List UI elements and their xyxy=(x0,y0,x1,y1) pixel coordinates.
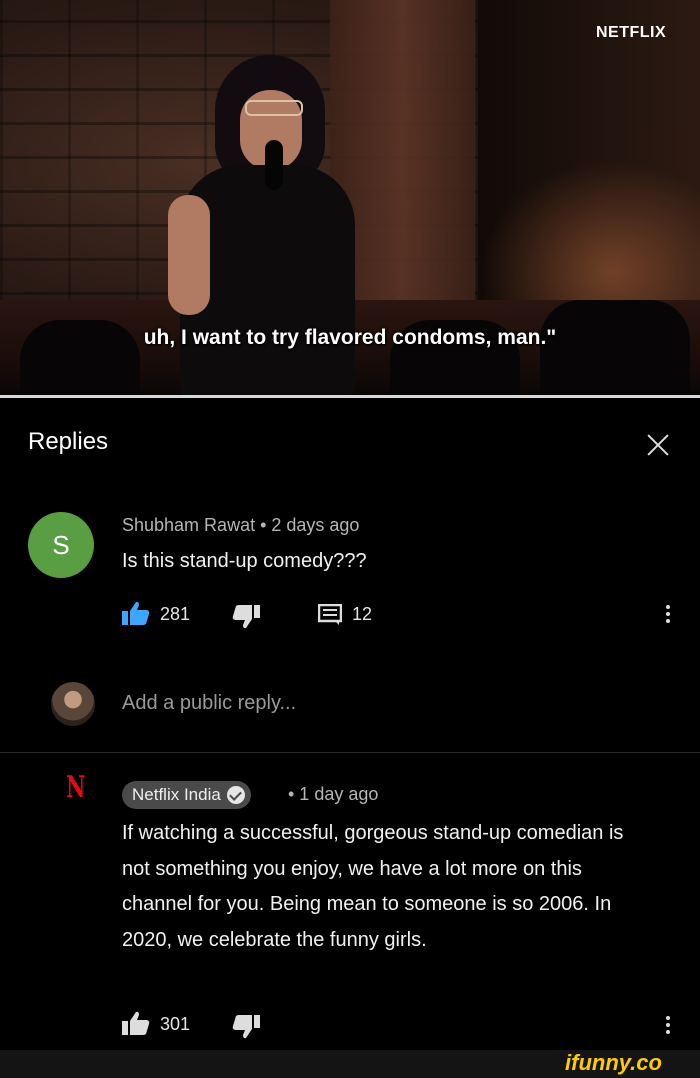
like-count: 281 xyxy=(160,604,191,624)
video-subtitle: uh, I want to try flavored condoms, man.… xyxy=(143,326,557,349)
progress-fill xyxy=(0,395,700,398)
channel-badge[interactable]: Netflix India xyxy=(122,781,251,809)
reply-text: If watching a successful, gorgeous stand… xyxy=(122,822,624,951)
stage-light-glow xyxy=(480,160,700,300)
verified-icon xyxy=(226,786,245,804)
more-options-icon[interactable] xyxy=(666,1016,670,1037)
like-icon[interactable] xyxy=(122,600,150,626)
dislike-icon[interactable] xyxy=(232,1014,260,1040)
divider xyxy=(0,752,700,753)
channel-name: Netflix India xyxy=(132,785,221,804)
netflix-watermark: NETFLIX xyxy=(596,24,667,41)
avatar xyxy=(51,682,95,726)
avatar[interactable]: S xyxy=(28,512,94,578)
close-icon[interactable] xyxy=(645,432,671,458)
reply-input[interactable]: Add a public reply... xyxy=(122,692,296,715)
like-icon[interactable] xyxy=(122,1010,150,1036)
reply-count: 12 xyxy=(352,604,373,624)
reply-timestamp: • 1 day ago xyxy=(288,784,379,804)
like-count: 301 xyxy=(160,1014,191,1034)
netflix-logo-icon[interactable]: N xyxy=(66,770,85,805)
video-progress-bar[interactable] xyxy=(0,395,700,398)
comment-meta: Shubham Rawat • 2 days ago xyxy=(122,515,360,535)
video-player[interactable]: NETFLIX uh, I want to try flavored condo… xyxy=(0,0,700,397)
dislike-icon[interactable] xyxy=(232,604,260,630)
ifunny-watermark: ifunny.co xyxy=(565,1050,662,1075)
reply-comment-icon[interactable] xyxy=(318,604,342,626)
panel-title: Replies xyxy=(28,428,109,455)
comment-text: Is this stand-up comedy??? xyxy=(122,550,367,572)
more-options-icon[interactable] xyxy=(666,605,670,626)
